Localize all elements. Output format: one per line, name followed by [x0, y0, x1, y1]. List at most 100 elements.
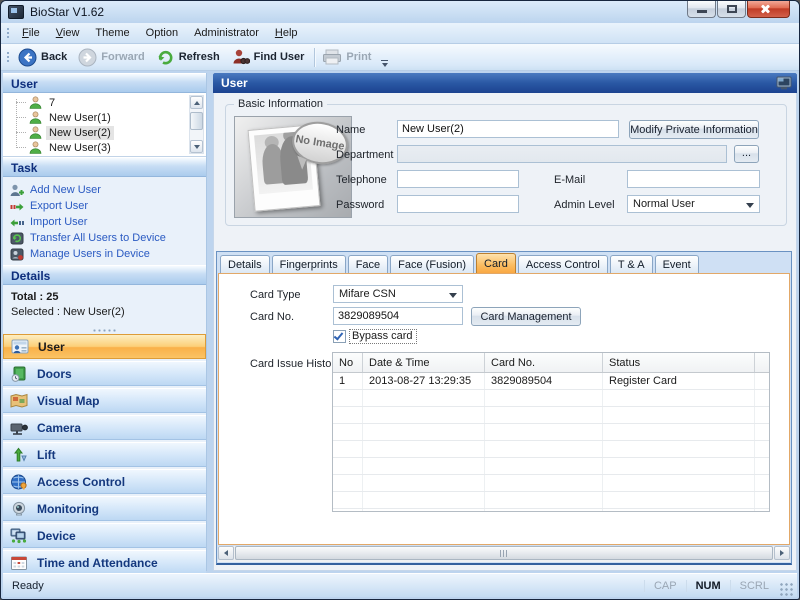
back-icon	[18, 48, 37, 66]
email-field[interactable]	[627, 170, 760, 188]
main-header-title: User	[221, 76, 248, 90]
tab-access-control[interactable]: Access Control	[517, 255, 608, 273]
tab-event[interactable]: Event	[654, 255, 699, 273]
tab-card[interactable]: Card	[476, 253, 516, 273]
sidebar-item-label: Doors	[37, 366, 72, 381]
table-row[interactable]: 1 2013-08-27 13:29:35 3829089504 Registe…	[333, 373, 769, 390]
menu-theme[interactable]: Theme	[87, 24, 137, 42]
map-icon	[10, 393, 28, 408]
scroll-up-icon[interactable]	[190, 96, 203, 109]
name-field[interactable]	[397, 120, 619, 138]
tab-face-fusion[interactable]: Face (Fusion)	[390, 255, 475, 273]
card-type-select[interactable]: Mifare CSN	[333, 285, 463, 303]
card-no-label: Card No.	[250, 311, 295, 323]
tree-item-new-user-1[interactable]: New User(1)	[3, 110, 206, 125]
col-no[interactable]: No	[333, 353, 363, 372]
sidebar-item-user[interactable]: User	[3, 334, 206, 359]
print-button[interactable]: Print	[318, 46, 378, 68]
task-export-user[interactable]: Export User	[3, 198, 206, 214]
back-button[interactable]: Back	[14, 46, 74, 69]
menu-view[interactable]: View	[48, 24, 88, 42]
scroll-right-icon[interactable]	[774, 546, 790, 560]
menu-file[interactable]: File	[14, 24, 48, 42]
main-panel: User Basic Information No Image Name New…	[213, 73, 797, 593]
scroll-thumb[interactable]	[235, 546, 773, 560]
maximize-icon	[727, 5, 737, 13]
monitoring-icon	[12, 501, 26, 515]
refresh-button[interactable]: Refresh	[152, 46, 227, 69]
sidebar-splitter[interactable]	[3, 325, 206, 334]
tab-face[interactable]: Face	[347, 255, 389, 273]
menubar-grip[interactable]	[6, 26, 10, 40]
empty-row	[333, 475, 769, 492]
find-user-icon	[233, 49, 250, 64]
task-transfer-all-users[interactable]: Transfer All Users to Device	[3, 230, 206, 246]
maximize-button[interactable]	[717, 1, 746, 18]
toolbar-overflow-button[interactable]	[380, 60, 389, 67]
sidebar-item-time-and-attendance[interactable]: Time and Attendance	[3, 550, 206, 575]
user-photo-placeholder[interactable]: No Image	[234, 116, 352, 218]
horizontal-scrollbar[interactable]	[218, 546, 790, 562]
scroll-down-icon[interactable]	[190, 140, 203, 153]
menu-option[interactable]: Option	[138, 24, 186, 42]
tab-fingerprints[interactable]: Fingerprints	[271, 255, 346, 273]
task-import-user[interactable]: Import User	[3, 214, 206, 230]
cell-status: Register Card	[603, 373, 755, 389]
status-text: Ready	[12, 579, 44, 592]
admin-level-value: Normal User	[633, 198, 695, 210]
sidebar-item-camera[interactable]: Camera	[3, 415, 206, 440]
main-header: User	[213, 73, 797, 93]
password-field[interactable]	[397, 195, 519, 213]
panel-window-icon[interactable]	[776, 76, 792, 90]
sidebar-item-device[interactable]: Device	[3, 523, 206, 548]
tree-item-new-user-3[interactable]: New User(3)	[3, 140, 206, 155]
col-date-time[interactable]: Date & Time	[363, 353, 485, 372]
modify-private-information-button[interactable]: Modify Private Information	[629, 120, 759, 139]
scroll-left-icon[interactable]	[218, 546, 234, 560]
print-label: Print	[346, 51, 372, 63]
manage-device-icon	[10, 248, 24, 260]
scroll-thumb[interactable]	[190, 112, 203, 130]
empty-row	[333, 390, 769, 407]
telephone-field[interactable]	[397, 170, 519, 188]
user-icon	[29, 96, 42, 109]
tree-item-7[interactable]: 7	[3, 95, 206, 110]
minimize-icon	[697, 10, 707, 13]
tab-details[interactable]: Details	[220, 255, 270, 273]
card-type-label: Card Type	[250, 289, 301, 301]
minimize-button[interactable]	[687, 1, 716, 18]
menu-help[interactable]: Help	[267, 24, 306, 42]
card-management-button[interactable]: Card Management	[471, 307, 581, 326]
sidebar-item-visual-map[interactable]: Visual Map	[3, 388, 206, 413]
find-user-label: Find User	[253, 51, 305, 63]
sidebar-item-lift[interactable]: Lift	[3, 442, 206, 467]
task-add-new-user[interactable]: Add New User	[3, 182, 206, 198]
find-user-button[interactable]: Find User	[227, 46, 312, 69]
sidebar-item-doors[interactable]: Doors	[3, 361, 206, 386]
card-issue-history-table: No Date & Time Card No. Status 1 2013-08…	[332, 352, 770, 512]
tab-t-and-a[interactable]: T & A	[609, 255, 653, 273]
forward-button[interactable]: Forward	[74, 46, 151, 69]
bypass-card-label[interactable]: Bypass card	[349, 329, 417, 344]
department-browse-button[interactable]: ...	[734, 145, 759, 163]
tree-item-label: New User(2)	[46, 125, 114, 140]
toolbar-grip[interactable]	[6, 50, 10, 64]
sidebar: User 7 New User(1) New User(2) New User(…	[3, 73, 207, 593]
admin-level-select[interactable]: Normal User	[627, 195, 760, 213]
sidebar-panel-title: User	[3, 73, 206, 93]
col-card-no[interactable]: Card No.	[485, 353, 603, 372]
card-no-field[interactable]	[333, 307, 463, 325]
menu-administrator[interactable]: Administrator	[186, 24, 267, 42]
tab-region: Details Fingerprints Face Face (Fusion) …	[216, 251, 792, 565]
sidebar-item-monitoring[interactable]: Monitoring	[3, 496, 206, 521]
password-label: Password	[336, 199, 385, 211]
sidebar-item-access-control[interactable]: Access Control	[3, 469, 206, 494]
bypass-card-checkbox[interactable]	[333, 330, 346, 343]
task-manage-users-in-device[interactable]: Manage Users in Device	[3, 246, 206, 262]
close-button[interactable]	[747, 1, 790, 18]
resize-grip[interactable]	[780, 583, 794, 597]
col-status[interactable]: Status	[603, 353, 755, 372]
tree-scrollbar[interactable]	[189, 95, 204, 154]
tree-item-new-user-2[interactable]: New User(2)	[3, 125, 206, 140]
user-icon	[29, 141, 42, 154]
